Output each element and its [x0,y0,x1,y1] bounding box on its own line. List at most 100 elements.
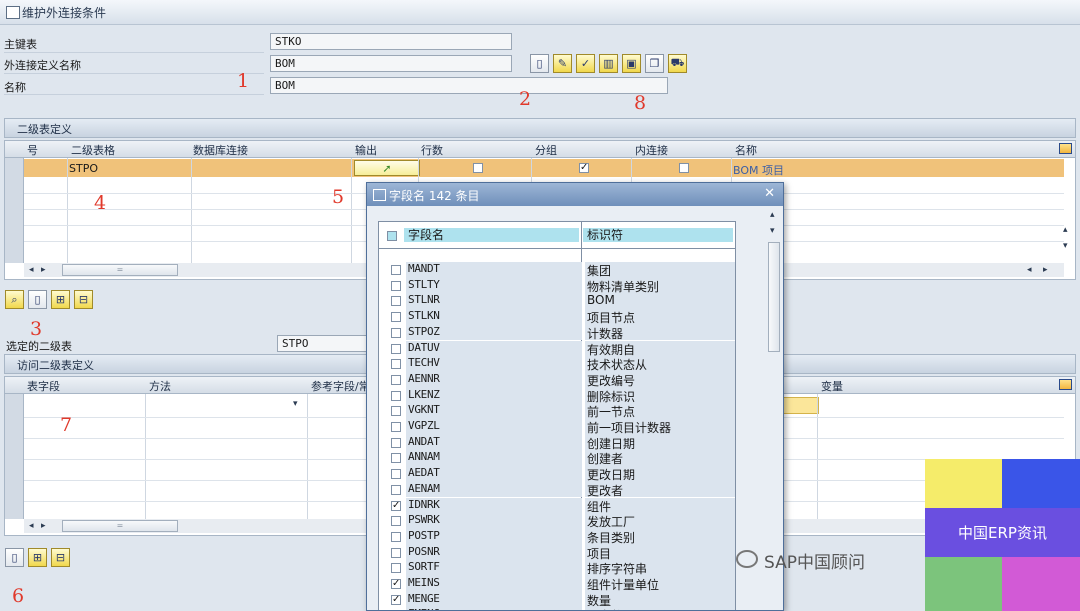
layout-settings-icon[interactable] [1059,143,1072,154]
transport-button[interactable]: ⛟ [668,54,687,73]
list-item[interactable]: STPOZ 计数器 [379,324,735,341]
delete-row-button[interactable]: ⊟ [74,290,93,309]
scroll-down-icon[interactable]: ▾ [1063,241,1068,251]
list-item[interactable]: ✓ IDNRK 组件 [379,497,735,514]
field-checkbox[interactable] [391,374,401,385]
variable-input[interactable] [783,397,819,414]
copy-button[interactable]: ❐ [645,54,664,73]
delete-button[interactable]: ▥ [599,54,618,73]
list-item[interactable]: POSNR 项目 [379,544,735,561]
edit-button[interactable]: ✎ [553,54,572,73]
col-identifier[interactable]: 标识符 [583,228,733,242]
inner-join-checkbox[interactable] [679,163,689,173]
col-db[interactable]: 数据库连接 [193,142,248,158]
col-field-name[interactable]: 字段名 [404,228,579,242]
main-table-field[interactable]: STKO [270,33,512,50]
col-table[interactable]: 二级表格 [71,142,115,158]
field-checkbox[interactable] [391,312,401,323]
new-document-button[interactable]: ▯ [530,54,549,73]
select-all-checkbox[interactable] [387,231,397,241]
scroll-left-icon[interactable]: ◂ [29,521,34,531]
field-checkbox[interactable]: ✓ [391,500,401,511]
layout-settings-icon[interactable] [1059,379,1072,390]
list-item[interactable]: POSTP 条目类别 [379,528,735,545]
list-item[interactable]: AENAM 更改者 [379,481,735,498]
field-checkbox[interactable] [391,343,401,354]
list-item[interactable]: MANDT 集团 [379,262,735,278]
add-row-button[interactable]: ⊞ [28,548,47,567]
list-item[interactable]: AEDAT 更改日期 [379,466,735,482]
list-item[interactable]: LKENZ 删除标识 [379,387,735,404]
col-name[interactable]: 名称 [735,142,757,158]
scroll-left-icon[interactable]: ◂ [29,265,34,275]
name-field[interactable]: BOM [270,77,668,94]
insert-row-button[interactable]: ▯ [28,290,47,309]
col-rows[interactable]: 行数 [421,142,443,158]
check-button[interactable]: ✓ [576,54,595,73]
rows-checkbox[interactable] [473,163,483,173]
list-item[interactable]: FMENG 固定数量 [379,607,735,610]
field-checkbox[interactable] [391,327,401,338]
scroll-thumb[interactable]: = [62,520,178,532]
field-checkbox[interactable] [391,406,401,417]
list-item[interactable]: PSWRK 发放工厂 [379,513,735,529]
list-item[interactable]: DATUV 有效期自 [379,340,735,357]
field-checkbox[interactable] [391,265,401,275]
col-group[interactable]: 分组 [535,142,557,158]
col-no[interactable]: 号 [27,142,38,158]
scroll-right-icon[interactable]: ▸ [41,521,46,531]
list-item[interactable]: VGKNT 前一节点 [379,403,735,419]
field-checkbox[interactable] [391,547,401,558]
col-variable[interactable]: 变量 [821,378,843,394]
close-icon[interactable]: ✕ [764,186,775,201]
scroll-thumb[interactable] [768,242,780,352]
list-item[interactable]: ANDAT 创建日期 [379,434,735,451]
list-item[interactable]: ✓ MEINS 组件计量单位 [379,576,735,592]
field-checkbox[interactable] [391,437,401,448]
scroll-left-icon[interactable]: ◂ [1027,265,1032,275]
scroll-up-icon[interactable]: ▴ [770,210,775,220]
selected-secondary-field[interactable]: STPO [277,335,377,352]
detail-button[interactable]: ⌕ [5,290,24,309]
field-checkbox[interactable] [391,531,401,542]
scroll-up-icon[interactable]: ▴ [1063,225,1068,235]
col-inner[interactable]: 内连接 [635,142,668,158]
field-checkbox[interactable] [391,390,401,401]
col-table-field[interactable]: 表字段 [27,378,60,394]
row-name-value[interactable]: BOM 项目 [733,162,784,178]
field-checkbox[interactable] [391,484,401,495]
group-checkbox[interactable]: ✓ [579,163,589,173]
scroll-right-icon[interactable]: ▸ [41,265,46,275]
field-checkbox[interactable] [391,563,401,574]
list-item[interactable]: STLNR BOM [379,293,735,310]
list-item[interactable]: SORTF 排序字符串 [379,560,735,576]
list-item[interactable]: ANNAM 创建者 [379,450,735,466]
field-checkbox[interactable] [391,359,401,370]
output-button[interactable]: ➚ [354,160,420,176]
list-item[interactable]: TECHV 技术状态从 [379,356,735,372]
row-table-value[interactable]: STPO [69,162,98,175]
field-checkbox[interactable]: ✓ [391,579,401,589]
field-checkbox[interactable] [391,296,401,307]
list-item[interactable]: AENNR 更改编号 [379,371,735,388]
col-ref-field[interactable]: 参考字段/常 [311,378,370,394]
list-item[interactable]: STLKN 项目节点 [379,309,735,325]
scroll-down-icon[interactable]: ▾ [770,226,775,236]
field-checkbox[interactable] [391,516,401,527]
scroll-right-icon[interactable]: ▸ [1043,265,1048,275]
outer-join-field[interactable]: BOM [270,55,512,72]
field-checkbox[interactable] [391,422,401,432]
col-output[interactable]: 输出 [355,142,377,158]
scroll-thumb[interactable]: = [62,264,178,276]
list-item[interactable]: VGPZL 前一项目计数器 [379,419,735,435]
field-checkbox[interactable] [391,469,401,480]
list-item[interactable]: STLTY 物料清单类别 [379,277,735,294]
save-button[interactable]: ▣ [622,54,641,73]
field-checkbox[interactable]: ✓ [391,594,401,605]
delete-row-button[interactable]: ⊟ [51,548,70,567]
list-item[interactable]: ✓ MENGE 数量 [379,591,735,608]
col-method[interactable]: 方法 [149,378,171,394]
dropdown-arrow-icon[interactable]: ▾ [293,399,298,409]
insert-row-button[interactable]: ▯ [5,548,24,567]
field-checkbox[interactable] [391,280,401,291]
